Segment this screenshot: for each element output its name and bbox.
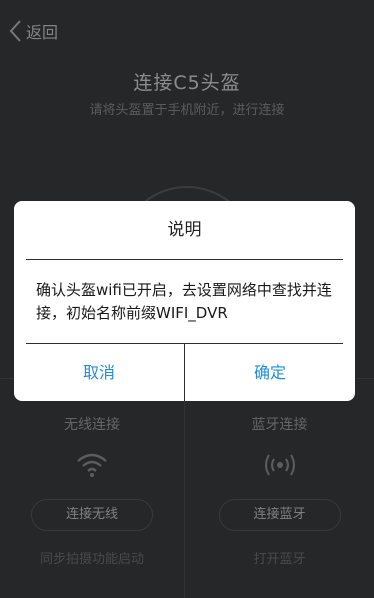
info-dialog: 说明 确认头盔wifi已开启，去设置网络中查找并连接，初始名称前缀WIFI_DV… — [14, 201, 355, 401]
dialog-title: 说明 — [167, 220, 202, 240]
confirm-button[interactable]: 确定 — [185, 344, 355, 401]
dialog-title-divider — [26, 259, 343, 260]
dialog-message: 确认头盔wifi已开启，去设置网络中查找并连接，初始名称前缀WIFI_DVR — [36, 281, 332, 322]
cancel-button[interactable]: 取消 — [14, 344, 184, 401]
